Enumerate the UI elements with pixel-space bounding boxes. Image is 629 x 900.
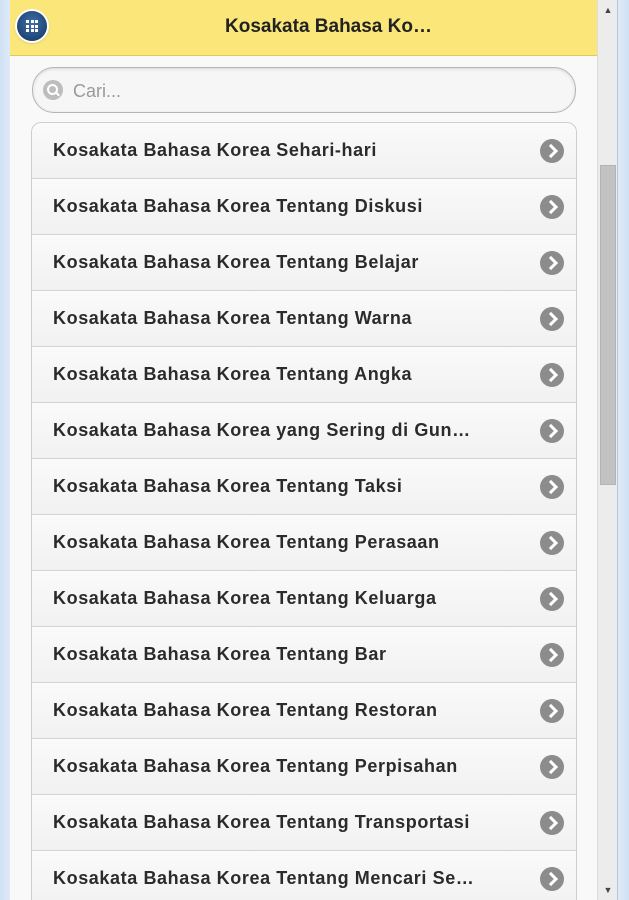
chevron-right-icon — [540, 139, 564, 163]
scroll-down-arrow-icon[interactable]: ▼ — [598, 880, 618, 900]
chevron-right-icon — [540, 251, 564, 275]
list-item-label: Kosakata Bahasa Korea Tentang Keluarga — [53, 588, 437, 608]
menu-button[interactable] — [17, 11, 47, 41]
list-item-label: Kosakata Bahasa Korea Tentang Angka — [53, 364, 413, 384]
list-item[interactable]: Kosakata Bahasa Korea Tentang Transporta… — [32, 795, 576, 851]
chevron-right-icon — [540, 867, 564, 891]
list-item[interactable]: Kosakata Bahasa Korea Tentang Belajar — [32, 235, 576, 291]
window-frame-right — [617, 0, 629, 900]
list-item[interactable]: Kosakata Bahasa Korea Sehari-hari — [32, 123, 576, 179]
list-item[interactable]: Kosakata Bahasa Korea Tentang Angka — [32, 347, 576, 403]
chevron-right-icon — [540, 755, 564, 779]
list-item[interactable]: Kosakata Bahasa Korea Tentang Taksi — [32, 459, 576, 515]
list-item[interactable]: Kosakata Bahasa Korea Tentang Restoran — [32, 683, 576, 739]
chevron-right-icon — [540, 195, 564, 219]
app-window: Kosakata Bahasa Ko… Kosakata Bahasa Kore… — [0, 0, 629, 900]
chevron-right-icon — [540, 307, 564, 331]
grid-icon — [26, 20, 38, 32]
list-item[interactable]: Kosakata Bahasa Korea Tentang Mencari Se… — [32, 851, 576, 900]
list-item[interactable]: Kosakata Bahasa Korea yang Sering di Gun… — [32, 403, 576, 459]
list-item-label: Kosakata Bahasa Korea Tentang Perpisahan — [53, 756, 458, 776]
chevron-right-icon — [540, 531, 564, 555]
list-item-label: Kosakata Bahasa Korea Tentang Transporta… — [53, 812, 470, 832]
list-item-label: Kosakata Bahasa Korea yang Sering di Gun… — [53, 420, 471, 440]
list-item[interactable]: Kosakata Bahasa Korea Tentang Perpisahan — [32, 739, 576, 795]
vertical-scrollbar[interactable]: ▲ ▼ — [597, 0, 618, 900]
list-item-label: Kosakata Bahasa Korea Tentang Diskusi — [53, 196, 423, 216]
category-list: Kosakata Bahasa Korea Sehari-hari Kosakat… — [31, 122, 577, 900]
list-item-label: Kosakata Bahasa Korea Tentang Taksi — [53, 476, 403, 496]
list-item[interactable]: Kosakata Bahasa Korea Tentang Warna — [32, 291, 576, 347]
list-item[interactable]: Kosakata Bahasa Korea Tentang Bar — [32, 627, 576, 683]
list-item-label: Kosakata Bahasa Korea Tentang Warna — [53, 308, 413, 328]
list-item-label: Kosakata Bahasa Korea Tentang Restoran — [53, 700, 438, 720]
chevron-right-icon — [540, 475, 564, 499]
chevron-right-icon — [540, 363, 564, 387]
list-item-label: Kosakata Bahasa Korea Tentang Perasaan — [53, 532, 440, 552]
chevron-right-icon — [540, 419, 564, 443]
list-item-label: Kosakata Bahasa Korea Tentang Belajar — [53, 252, 420, 272]
list-item-label: Kosakata Bahasa Korea Tentang Mencari Se… — [53, 868, 475, 888]
main-content: Kosakata Bahasa Korea Sehari-hari Kosakat… — [10, 56, 597, 900]
chevron-right-icon — [540, 699, 564, 723]
list-item[interactable]: Kosakata Bahasa Korea Tentang Keluarga — [32, 571, 576, 627]
scroll-thumb[interactable] — [600, 165, 616, 485]
header-bar: Kosakata Bahasa Ko… — [10, 0, 597, 56]
search-input[interactable] — [71, 78, 555, 104]
scroll-up-arrow-icon[interactable]: ▲ — [598, 0, 618, 20]
list-item[interactable]: Kosakata Bahasa Korea Tentang Perasaan — [32, 515, 576, 571]
page-title: Kosakata Bahasa Ko… — [225, 16, 432, 37]
list-item-label: Kosakata Bahasa Korea Tentang Bar — [53, 644, 387, 664]
chevron-right-icon — [540, 587, 564, 611]
chevron-right-icon — [540, 643, 564, 667]
search-icon — [43, 80, 63, 100]
search-box[interactable] — [32, 67, 576, 113]
list-item-label: Kosakata Bahasa Korea Sehari-hari — [53, 140, 377, 160]
chevron-right-icon — [540, 811, 564, 835]
list-item[interactable]: Kosakata Bahasa Korea Tentang Diskusi — [32, 179, 576, 235]
